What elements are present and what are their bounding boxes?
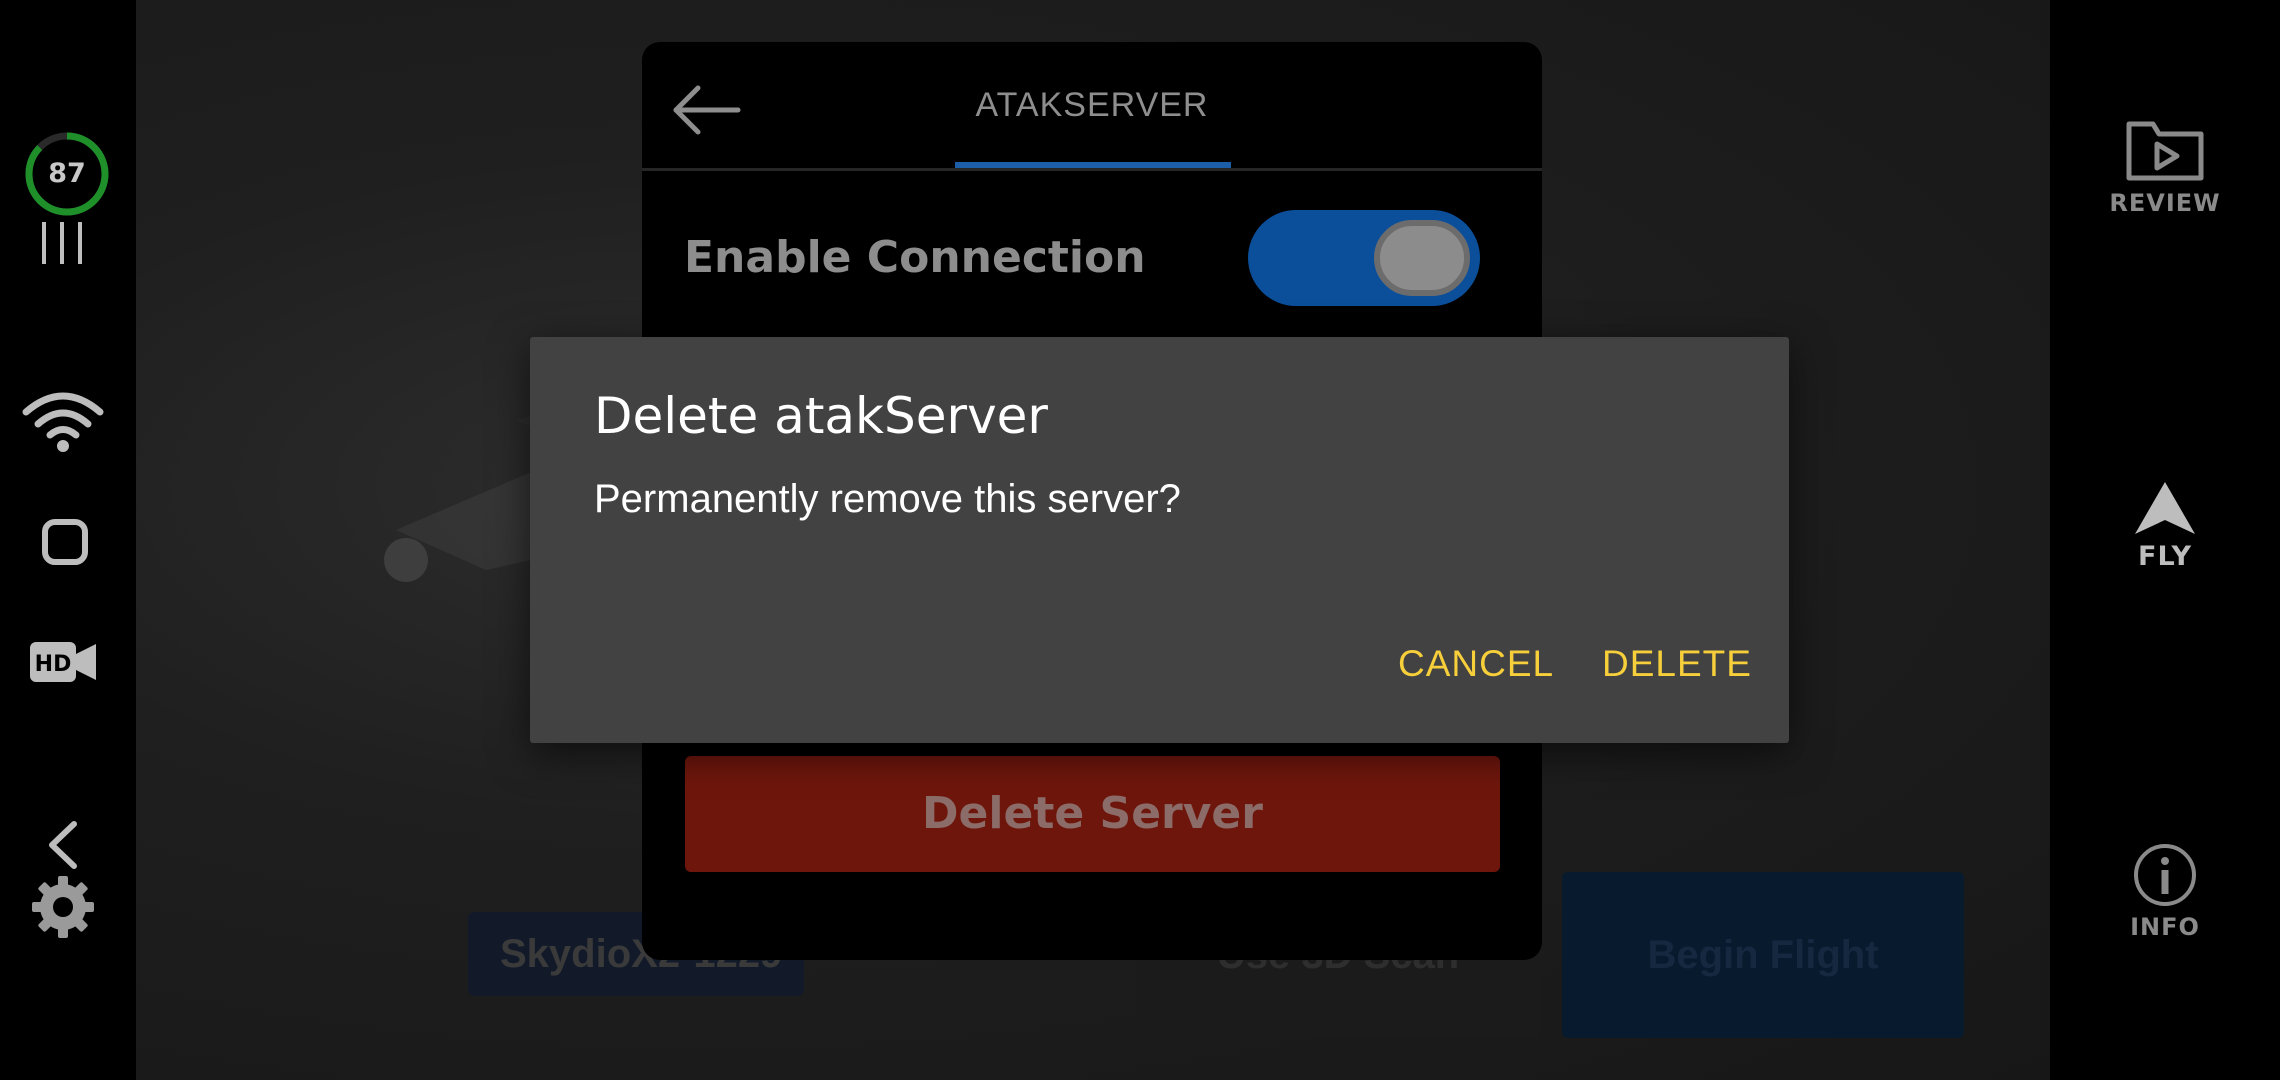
panel-title: ATAKSERVER [975, 86, 1209, 124]
panel-header: ATAKSERVER [642, 42, 1542, 171]
enable-connection-label: Enable Connection [684, 232, 1146, 283]
chevron-left-icon[interactable] [46, 820, 80, 870]
left-status-rail: 87 HD [0, 0, 136, 1080]
dialog-message: Permanently remove this server? [594, 477, 1181, 521]
wifi-icon[interactable] [20, 388, 106, 454]
battery-indicator: 87 [23, 130, 111, 218]
cancel-button[interactable]: CANCEL [1398, 643, 1554, 685]
info-nav-item[interactable]: INFO [2050, 842, 2280, 941]
toggle-knob [1374, 220, 1470, 296]
begin-flight-button[interactable]: Begin Flight [1562, 872, 1964, 1038]
info-icon [2134, 844, 2196, 906]
header-divider [642, 168, 1542, 171]
hd-camera-icon[interactable]: HD [30, 640, 96, 684]
battery-percent: 87 [48, 158, 86, 189]
info-label: INFO [2130, 913, 2200, 941]
fly-nav-item[interactable]: FLY [2050, 480, 2280, 572]
review-label: REVIEW [2109, 189, 2221, 217]
enable-connection-toggle[interactable] [1248, 210, 1480, 306]
review-nav-item[interactable]: REVIEW [2050, 118, 2280, 217]
fly-arrow-icon [2135, 482, 2195, 534]
delete-confirm-dialog: Delete atakServer Permanently remove thi… [530, 337, 1789, 743]
dialog-title: Delete atakServer [594, 387, 1048, 445]
signal-bars-icon [42, 222, 82, 264]
svg-text:HD: HD [35, 652, 72, 677]
gear-icon[interactable] [30, 874, 96, 940]
delete-server-button[interactable]: Delete Server [685, 756, 1500, 872]
right-nav-rail: REVIEW FLY INFO [2050, 0, 2280, 1080]
square-icon[interactable] [41, 518, 89, 566]
fly-label: FLY [2138, 541, 2192, 572]
delete-button[interactable]: DELETE [1602, 643, 1752, 685]
review-folder-icon [2126, 121, 2204, 181]
